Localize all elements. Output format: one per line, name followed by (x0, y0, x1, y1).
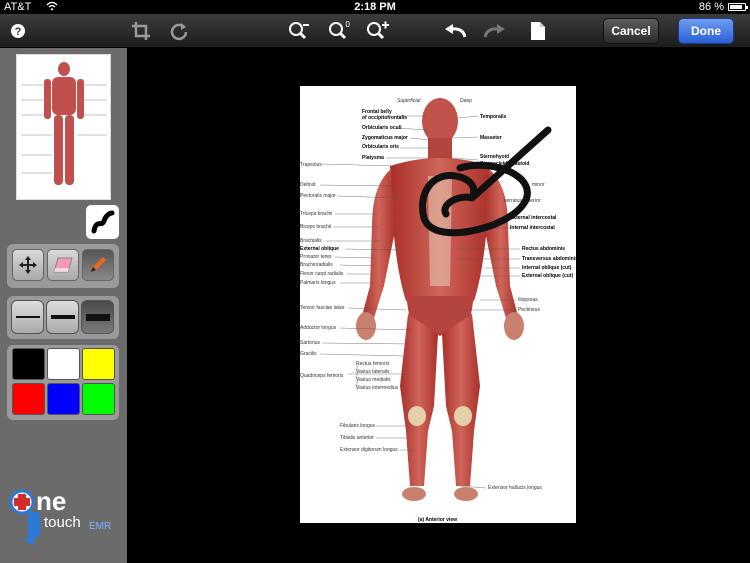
drawing-canvas[interactable]: Superficial Deep Frontal belly of occipi… (127, 48, 750, 563)
zoom-in-icon[interactable] (363, 17, 393, 45)
color-swatch-blue[interactable] (47, 383, 80, 415)
app-window: AT&T 2:18 PM 86 % ? 0 Cancel Done ne tou… (0, 0, 750, 563)
tool-panel (7, 244, 119, 288)
eraser-icon[interactable] (47, 249, 79, 281)
move-icon[interactable] (12, 249, 44, 281)
width-medium-button[interactable] (46, 300, 79, 334)
page-thumbnail[interactable] (16, 54, 111, 200)
stroke-width-panel (7, 296, 119, 339)
onetouch-emr-logo: ne touch EMR (8, 486, 123, 548)
done-button[interactable]: Done (678, 18, 734, 44)
logo-text-touch: touch (44, 514, 81, 531)
svg-text:?: ? (15, 26, 22, 38)
color-swatch-yellow[interactable] (82, 348, 115, 380)
width-thin-button[interactable] (11, 300, 44, 334)
sidebar: ne touch EMR (0, 48, 127, 563)
anatomy-diagram-page: Superficial Deep Frontal belly of occipi… (300, 86, 578, 523)
zoom-out-icon[interactable] (284, 17, 314, 45)
page-icon[interactable] (523, 17, 553, 45)
zoom-reset-badge: 0 (345, 20, 350, 29)
undo-icon[interactable] (440, 17, 470, 45)
zoom-reset-icon[interactable]: 0 (324, 17, 354, 45)
toolbar: ? 0 Cancel Done (0, 14, 750, 48)
freehand-annotation[interactable] (300, 86, 576, 523)
redo-icon[interactable] (480, 17, 510, 45)
help-icon[interactable]: ? (3, 17, 33, 45)
logo-text-ne: ne (36, 486, 67, 516)
width-thick-button[interactable] (81, 300, 114, 334)
crop-icon[interactable] (126, 17, 156, 45)
clock: 2:18 PM (354, 1, 396, 13)
color-swatch-white[interactable] (47, 348, 80, 380)
battery-icon (728, 3, 748, 11)
pen-icon[interactable] (82, 249, 114, 281)
cancel-button[interactable]: Cancel (603, 18, 659, 44)
color-swatch-red[interactable] (12, 383, 45, 415)
stroke-style-button[interactable] (86, 205, 119, 239)
rotate-icon[interactable] (164, 17, 194, 45)
color-palette (7, 345, 119, 420)
logo-text-emr: EMR (89, 521, 112, 532)
color-swatch-black[interactable] (12, 348, 45, 380)
battery-percent: 86 % (698, 1, 724, 13)
color-swatch-green[interactable] (82, 383, 115, 415)
status-bar: AT&T 2:18 PM 86 % (0, 0, 750, 14)
